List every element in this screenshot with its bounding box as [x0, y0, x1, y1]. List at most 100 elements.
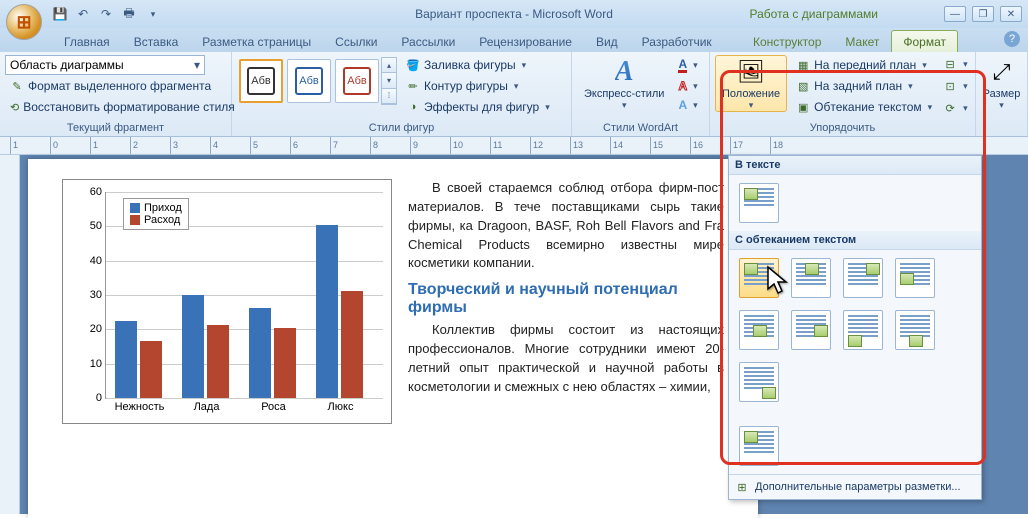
tab-review[interactable]: Рецензирование [467, 30, 584, 52]
legend-series-2: Расход [144, 214, 180, 226]
embedded-chart[interactable]: Приход Расход 0102030405060НежностьЛадаР… [62, 179, 392, 424]
bring-front-button[interactable]: ▦На передний план [791, 55, 937, 75]
close-button[interactable]: ✕ [1000, 6, 1022, 22]
layout-options-icon: ⊞ [735, 480, 749, 494]
quick-access-toolbar: 💾 ↶ ↷ 🖶 [50, 4, 162, 24]
group-icon: ⊡ [943, 79, 957, 93]
ribbon-tabs: Главная Вставка Разметка страницы Ссылки… [0, 28, 1028, 52]
send-back-icon: ▧ [796, 79, 810, 93]
group-button[interactable]: ⊡ [941, 77, 970, 95]
restore-button[interactable]: ❐ [972, 6, 994, 22]
text-wrap-button[interactable]: ▣Обтекание текстом [791, 97, 937, 117]
position-wrap-8[interactable] [895, 310, 935, 350]
position-dropdown-panel: В тексте С обтеканием текстом ⊞ Дополнит… [728, 155, 982, 500]
text-outline-button[interactable]: A [673, 77, 702, 95]
minimize-button[interactable]: — [944, 6, 966, 22]
bring-front-icon: ▦ [796, 58, 810, 72]
document-area: Приход Расход 0102030405060НежностьЛадаР… [0, 155, 1028, 514]
format-selection-icon: ✎ [10, 79, 24, 93]
position-button[interactable]: 🖼 Положение ▾ [715, 55, 787, 112]
position-wrap-1[interactable] [739, 258, 779, 298]
text-effects-icon: A [678, 99, 687, 111]
group-wordart-styles: A Экспресс-стили ▾ A A A Стили WordArt [572, 52, 710, 136]
position-section-inline: В тексте [729, 156, 981, 175]
shape-style-1[interactable]: Абв [239, 59, 283, 103]
horizontal-ruler[interactable]: 10123456789101112131415161718 [0, 137, 1028, 155]
tab-chart-layout[interactable]: Макет [833, 30, 891, 52]
size-icon: ⤢ [986, 56, 1018, 88]
wordart-icon: A [615, 56, 634, 88]
position-wrap-9[interactable] [739, 362, 779, 402]
tab-references[interactable]: Ссылки [323, 30, 389, 52]
align-button[interactable]: ⊟ [941, 55, 970, 73]
tab-insert[interactable]: Вставка [122, 30, 191, 52]
group-label: Упорядочить [715, 120, 970, 136]
tab-layout[interactable]: Разметка страницы [190, 30, 323, 52]
align-icon: ⊟ [943, 57, 957, 71]
title-bar: ⊞ 💾 ↶ ↷ 🖶 Вариант проспекта - Microsoft … [0, 0, 1028, 28]
size-button[interactable]: ⤢ Размер ▾ [976, 55, 1028, 112]
group-label: Текущий фрагмент [5, 120, 226, 136]
group-label: Стили фигур [237, 120, 566, 136]
position-wrap-6[interactable] [791, 310, 831, 350]
shape-style-3[interactable]: Абв [335, 59, 379, 103]
vertical-ruler[interactable] [0, 155, 20, 514]
redo-icon[interactable]: ↷ [96, 4, 116, 24]
shape-fill-button[interactable]: 🪣Заливка фигуры [401, 55, 555, 75]
rotate-icon: ⟳ [943, 101, 957, 115]
wordart-quickstyles-button[interactable]: A Экспресс-стили ▾ [577, 55, 671, 112]
chart-legend: Приход Расход [123, 198, 189, 230]
more-layout-options[interactable]: ⊞ Дополнительные параметры разметки... [729, 474, 981, 499]
text-outline-icon: A [678, 80, 687, 92]
ribbon: Область диаграммы ✎Формат выделенного фр… [0, 52, 1028, 137]
pen-icon: ✏ [406, 79, 420, 93]
position-wrap-10[interactable] [739, 426, 779, 466]
undo-icon[interactable]: ↶ [73, 4, 93, 24]
text-fill-icon: A [678, 58, 687, 73]
quickprint-icon[interactable]: 🖶 [119, 4, 139, 24]
group-label: Стили WordArt [577, 120, 704, 136]
tab-home[interactable]: Главная [52, 30, 122, 52]
reset-style-icon: ⟲ [10, 100, 19, 114]
tab-developer[interactable]: Разработчик [630, 30, 724, 52]
tab-design[interactable]: Конструктор [741, 30, 833, 52]
position-wrap-5[interactable] [739, 310, 779, 350]
qat-customize-icon[interactable] [142, 4, 162, 24]
position-wrap-7[interactable] [843, 310, 883, 350]
send-back-button[interactable]: ▧На задний план [791, 76, 937, 96]
position-inline[interactable] [739, 183, 779, 223]
group-current-selection: Область диаграммы ✎Формат выделенного фр… [0, 52, 232, 136]
position-wrap-3[interactable] [843, 258, 883, 298]
legend-series-1: Приход [144, 202, 182, 214]
help-icon[interactable]: ? [1004, 31, 1020, 47]
position-wrap-4[interactable] [895, 258, 935, 298]
tab-mailings[interactable]: Рассылки [389, 30, 467, 52]
shape-style-scroll[interactable]: ▴▾⁞ [381, 57, 397, 105]
effects-icon: ◑ [406, 100, 420, 114]
format-selection-button[interactable]: ✎Формат выделенного фрагмента [5, 76, 226, 96]
tab-format[interactable]: Формат [891, 30, 958, 52]
office-button[interactable]: ⊞ [6, 4, 42, 40]
position-section-wrap: С обтеканием текстом [729, 231, 981, 250]
save-icon[interactable]: 💾 [50, 4, 70, 24]
tab-view[interactable]: Вид [584, 30, 630, 52]
chart-element-selector[interactable]: Область диаграммы [5, 55, 205, 75]
contextual-tab-title: Работа с диаграммами [750, 7, 879, 21]
wrap-icon: ▣ [796, 100, 810, 114]
page: Приход Расход 0102030405060НежностьЛадаР… [28, 159, 758, 518]
text-effects-button[interactable]: A [673, 96, 702, 114]
rotate-button[interactable]: ⟳ [941, 99, 970, 117]
shape-effects-button[interactable]: ◑Эффекты для фигур [401, 97, 555, 117]
shape-style-2[interactable]: Абв [287, 59, 331, 103]
window-title: Вариант проспекта - Microsoft Word [415, 7, 613, 21]
text-fill-button[interactable]: A [673, 55, 702, 76]
group-arrange: 🖼 Положение ▾ ▦На передний план ▧На задн… [710, 52, 976, 136]
shape-outline-button[interactable]: ✏Контур фигуры [401, 76, 555, 96]
group-size: ⤢ Размер ▾ [976, 52, 1028, 136]
group-shape-styles: Абв Абв Абв ▴▾⁞ 🪣Заливка фигуры ✏Контур … [232, 52, 572, 136]
position-icon: 🖼 [735, 56, 767, 88]
position-wrap-2[interactable] [791, 258, 831, 298]
reset-style-button[interactable]: ⟲Восстановить форматирование стиля [5, 97, 226, 117]
group-label [981, 120, 1022, 136]
bucket-icon: 🪣 [406, 58, 420, 72]
